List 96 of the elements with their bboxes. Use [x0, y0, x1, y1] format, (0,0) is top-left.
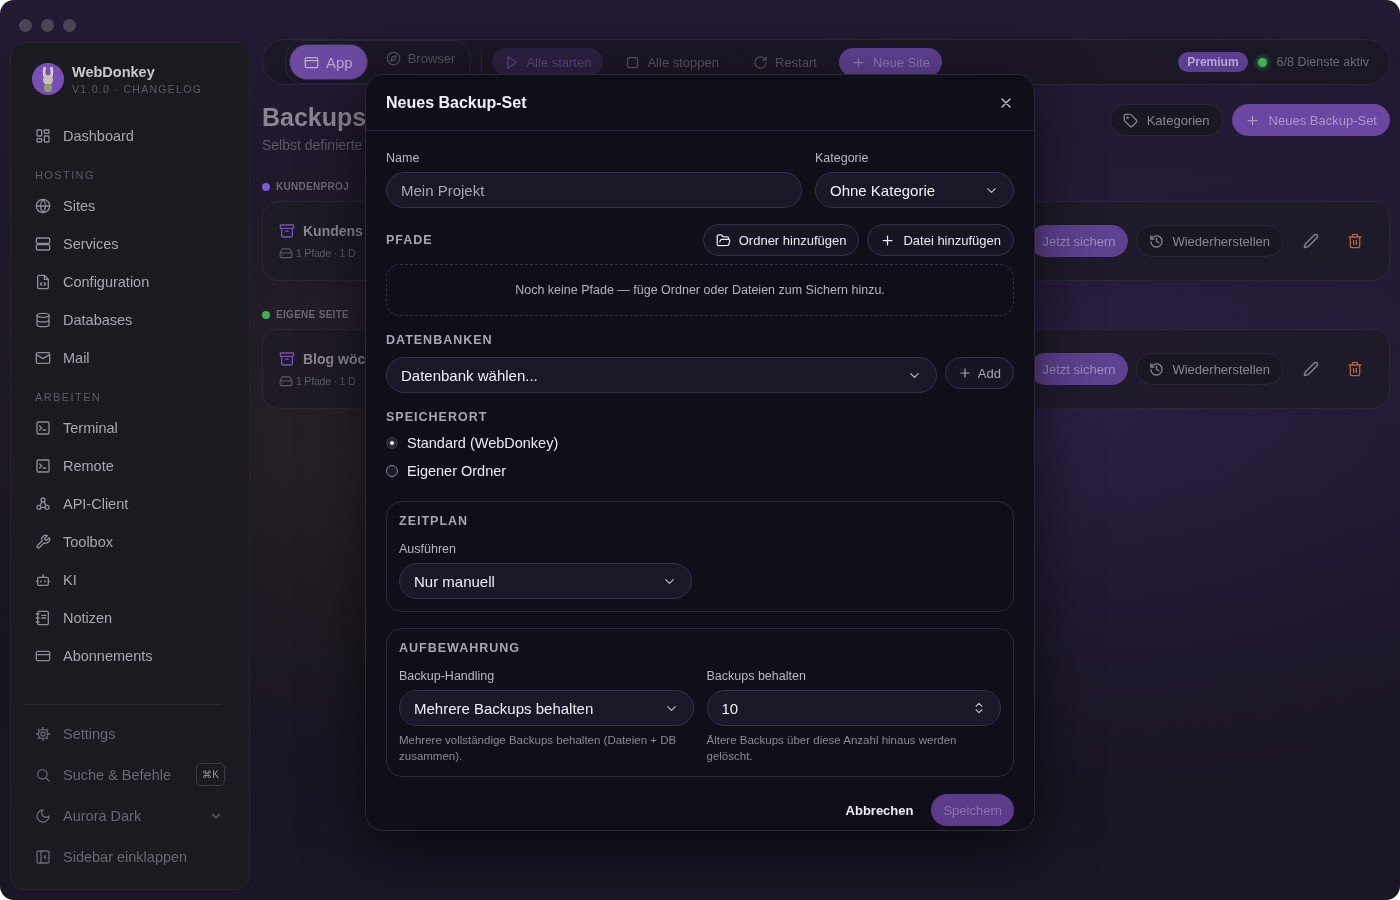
nav-item[interactable]: Remote: [63, 458, 114, 474]
nav-item[interactable]: Abonnements: [63, 648, 153, 664]
add-file-button[interactable]: Datei hinzufügen: [867, 224, 1014, 256]
database-dropdown[interactable]: Datenbank wählen...: [386, 357, 937, 393]
field-label: Kategorie: [815, 151, 870, 165]
database-icon: [35, 312, 51, 328]
page-subtitle: Selbst definierte: [262, 137, 364, 153]
mail-icon: [35, 350, 51, 366]
plan-badge: Premium: [1178, 52, 1248, 72]
archive-icon: [279, 222, 295, 239]
header-button[interactable]: Kategorien: [1109, 104, 1223, 136]
terminal-icon: [35, 458, 51, 474]
compass-icon: [385, 50, 401, 66]
radio-option[interactable]: Standard (WebDonkey): [386, 429, 1014, 457]
gear-icon: [35, 725, 51, 742]
schedule-dropdown[interactable]: Nur manuell: [399, 563, 692, 599]
drive-icon: [279, 245, 293, 260]
field-label: Name: [386, 151, 421, 165]
notebook-icon: [35, 610, 51, 626]
history-icon: [1149, 233, 1165, 249]
folder-icon: [715, 232, 731, 248]
status-dot: [1257, 57, 1267, 67]
plus-icon: [850, 54, 866, 70]
nav-item[interactable]: Dashboard: [63, 128, 134, 144]
section-heading: HOSTING: [35, 169, 96, 181]
drive-icon: [279, 373, 293, 388]
robot-icon: [35, 572, 51, 588]
window-icon: [304, 54, 319, 70]
group-heading: KUNDENPROJ: [276, 181, 349, 192]
section-heading: ZEITPLAN: [399, 514, 470, 528]
radio-button[interactable]: [386, 437, 398, 449]
plus-icon: [957, 366, 972, 380]
page-title: Backups: [262, 103, 367, 132]
archive-icon: [279, 350, 295, 367]
nav-item[interactable]: Databases: [63, 312, 133, 328]
nav-item[interactable]: Notizen: [63, 610, 113, 626]
keep-count-field[interactable]: 10: [706, 690, 1001, 726]
nav-item[interactable]: Services: [63, 236, 119, 252]
terminal-icon: [35, 420, 51, 436]
restore-button[interactable]: Wiederherstellen: [1136, 225, 1283, 257]
grid-icon: [35, 128, 51, 144]
trash-icon: [1347, 233, 1363, 249]
cancel-button[interactable]: Abbrechen: [845, 802, 914, 818]
sidebar-collapse-icon: [35, 848, 51, 865]
group-heading: EIGENE SEITE: [276, 309, 350, 320]
file-code-icon: [35, 274, 51, 290]
field-label: Ausführen: [399, 542, 457, 556]
wrench-icon: [35, 534, 51, 550]
section-heading: SPEICHERORT: [386, 410, 489, 424]
handling-dropdown[interactable]: Mehrere Backups behalten: [399, 690, 694, 726]
nav-item[interactable]: Toolbox: [63, 534, 113, 550]
set-name: Kundens: [303, 222, 363, 239]
nodes-icon: [35, 496, 51, 512]
card-icon: [35, 648, 51, 664]
nav-item[interactable]: Terminal: [63, 420, 118, 436]
square-icon: [625, 54, 641, 70]
moon-icon: [35, 807, 51, 824]
nav-item[interactable]: KI: [63, 572, 77, 588]
name-field[interactable]: Mein Projekt: [386, 172, 802, 208]
radio-option[interactable]: Eigener Ordner: [386, 457, 1014, 485]
nav-item[interactable]: API-Client: [63, 496, 129, 512]
radio-button[interactable]: [386, 465, 398, 477]
trash-icon: [1347, 361, 1363, 377]
search-icon: [35, 766, 51, 783]
field-hint: Mehrere vollständige Backups behalten (Dateien + DB zusammen).: [399, 733, 678, 764]
status-text: 6/8 Dienste aktiv: [1276, 55, 1369, 69]
avatar: [32, 63, 64, 95]
shortcut-key: ⌘K: [196, 763, 225, 786]
nav-item[interactable]: Mail: [63, 350, 90, 366]
pencil-icon: [1303, 233, 1319, 249]
nav-item[interactable]: Sites: [63, 198, 96, 214]
pencil-icon: [1303, 361, 1319, 377]
empty-paths-message: Noch keine Pfade — füge Ordner oder Dateien zum Sichern hinzu.: [386, 264, 1014, 316]
refresh-icon: [753, 54, 768, 70]
app-name: WebDonkey: [72, 63, 156, 80]
tag-icon: [1122, 112, 1138, 128]
history-icon: [1149, 361, 1165, 377]
category-dropdown[interactable]: Ohne Kategorie: [815, 172, 1014, 208]
globe-icon: [35, 198, 51, 214]
restore-button[interactable]: Wiederherstellen: [1136, 353, 1283, 385]
set-name: Blog wöc: [303, 350, 366, 367]
field-label: Backups behalten: [706, 669, 807, 683]
server-icon: [35, 236, 51, 252]
play-icon: [504, 54, 520, 70]
add-folder-button[interactable]: Ordner hinzufügen: [702, 224, 860, 256]
add-database-button[interactable]: Add: [944, 357, 1014, 389]
nav-item[interactable]: Configuration: [63, 274, 150, 290]
section-heading: AUFBEWAHRUNG: [399, 641, 522, 655]
field-label: Backup-Handling: [399, 669, 496, 683]
section-heading: PFADE: [386, 233, 433, 247]
plus-icon: [880, 232, 896, 248]
section-heading: ARBEITEN: [35, 391, 103, 403]
field-hint: Ältere Backups über diese Anzahl hinaus werden gelöscht.: [706, 733, 958, 764]
section-heading: DATENBANKEN: [386, 333, 494, 347]
plus-icon: [1244, 112, 1260, 128]
dialog-title: Neues Backup-Set: [386, 93, 527, 112]
